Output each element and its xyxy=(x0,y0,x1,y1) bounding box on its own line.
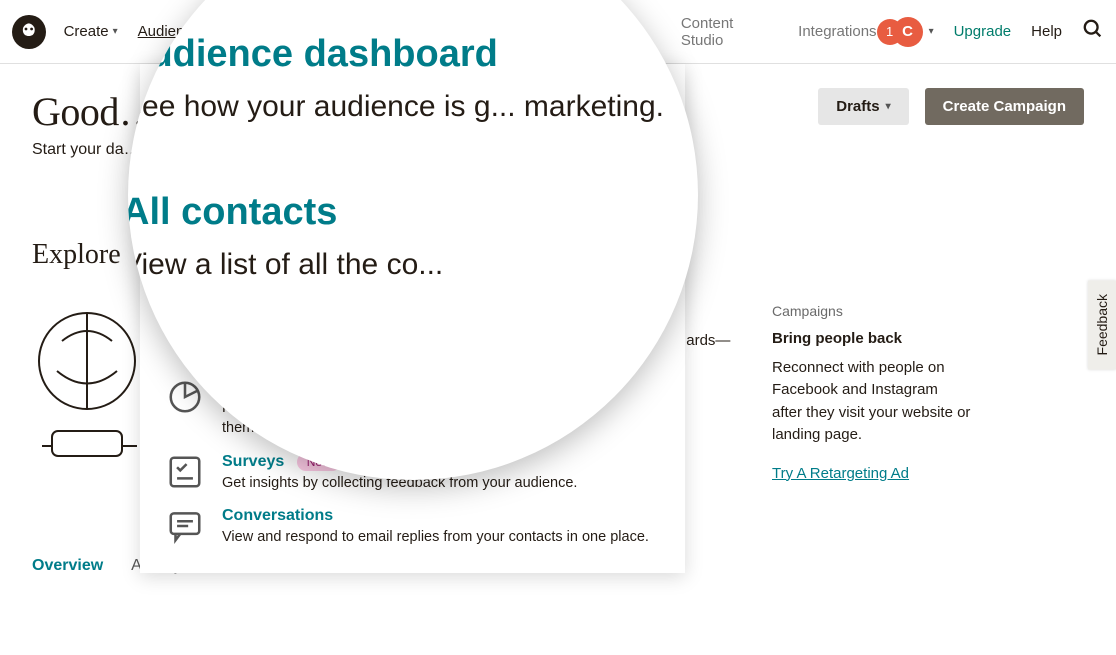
chat-icon xyxy=(166,507,204,545)
nav-integrations[interactable]: Integrations xyxy=(798,23,876,40)
chevron-down-icon[interactable]: ▾ xyxy=(929,26,934,37)
chevron-down-icon: ▾ xyxy=(113,26,118,37)
help-link[interactable]: Help xyxy=(1031,23,1062,40)
notification-avatar[interactable]: 1 C xyxy=(877,17,923,47)
lens-item-title: All contacts xyxy=(128,191,443,235)
lens-item-audience-dashboard[interactable]: Audience dashboard See how your audience… xyxy=(128,34,698,131)
avatar: C xyxy=(893,17,923,47)
card-link-retarget[interactable]: Try A Retargeting Ad xyxy=(772,463,909,486)
create-campaign-button[interactable]: Create Campaign xyxy=(925,88,1084,125)
lens-item-desc: See how your audience is g... marketing. xyxy=(128,86,664,131)
mailchimp-logo[interactable] xyxy=(12,15,46,49)
card-body: Reconnect with people on Facebook and In… xyxy=(772,357,972,447)
upgrade-link[interactable]: Upgrade xyxy=(954,23,1012,40)
card-label: Campaigns xyxy=(772,301,972,322)
card-title: Bring people back xyxy=(772,328,972,351)
dropdown-desc: View and respond to email replies from y… xyxy=(222,527,649,547)
tab-overview[interactable]: Overview xyxy=(32,557,103,575)
lens-item-all-contacts[interactable]: All contacts View a list of all the co..… xyxy=(128,191,698,288)
zoom-lens: ...ence ▾ Campaigns ▾ Auto... Audience d… xyxy=(128,0,698,480)
drafts-button[interactable]: Drafts▾ xyxy=(818,88,908,125)
search-icon[interactable] xyxy=(1082,18,1104,46)
lens-item-title: Audience dashboard xyxy=(128,34,664,78)
chevron-down-icon: ▾ xyxy=(886,101,891,112)
dropdown-title: Conversations xyxy=(222,507,649,525)
lens-item-desc: View a list of all the co... xyxy=(128,243,443,288)
feedback-tab[interactable]: Feedback xyxy=(1088,280,1116,369)
card-retarget: Campaigns Bring people back Reconnect wi… xyxy=(772,301,972,501)
nav-create[interactable]: Create▾ xyxy=(64,23,118,40)
dropdown-item-conversations[interactable]: Conversations View and respond to email … xyxy=(166,507,659,547)
